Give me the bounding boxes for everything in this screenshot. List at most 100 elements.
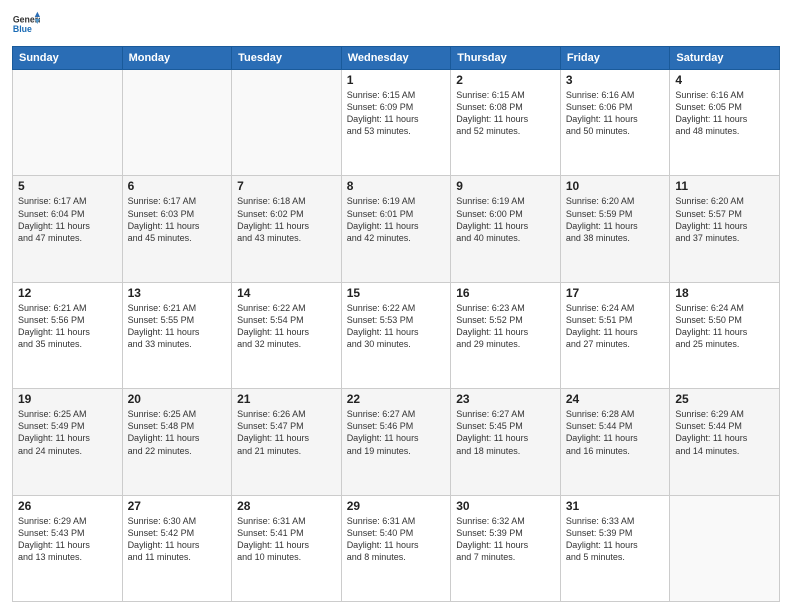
day-number: 12 [18, 286, 117, 300]
weekday-header-wednesday: Wednesday [341, 47, 451, 70]
calendar-cell: 4Sunrise: 6:16 AMSunset: 6:05 PMDaylight… [670, 70, 780, 176]
day-number: 17 [566, 286, 665, 300]
day-info: Sunrise: 6:19 AMSunset: 6:01 PMDaylight:… [347, 195, 446, 244]
calendar-cell: 23Sunrise: 6:27 AMSunset: 5:45 PMDayligh… [451, 389, 561, 495]
calendar-cell: 7Sunrise: 6:18 AMSunset: 6:02 PMDaylight… [232, 176, 342, 282]
day-info: Sunrise: 6:17 AMSunset: 6:03 PMDaylight:… [128, 195, 227, 244]
calendar-cell: 26 Sunrise: 6:29 AMSunset: 5:43 PMDayligh… [13, 495, 123, 601]
day-number: 19 [18, 392, 117, 406]
day-number: 31 [566, 499, 665, 513]
day-info: Sunrise: 6:21 AMSunset: 5:56 PMDaylight:… [18, 302, 117, 351]
calendar-cell: 17 Sunrise: 6:24 AMSunset: 5:51 PMDayligh… [560, 282, 670, 388]
day-number: 30 [456, 499, 555, 513]
day-number: 2 [456, 73, 555, 87]
calendar-cell [13, 70, 123, 176]
weekday-header-monday: Monday [122, 47, 232, 70]
day-number: 18 [675, 286, 774, 300]
calendar-cell: 15 Sunrise: 6:22 AMSunset: 5:53 PMDayligh… [341, 282, 451, 388]
calendar-week-3: 12 Sunrise: 6:21 AMSunset: 5:56 PMDayligh… [13, 282, 780, 388]
calendar-cell: 31 Sunrise: 6:33 AMSunset: 5:39 PMDayligh… [560, 495, 670, 601]
day-number: 21 [237, 392, 336, 406]
calendar-cell: 13 Sunrise: 6:21 AMSunset: 5:55 PMDayligh… [122, 282, 232, 388]
day-info: Sunrise: 6:16 AMSunset: 6:05 PMDaylight:… [675, 89, 774, 138]
calendar-cell: 14Sunrise: 6:22 AMSunset: 5:54 PMDayligh… [232, 282, 342, 388]
day-info: Sunrise: 6:29 AMSunset: 5:43 PMDaylight:… [18, 515, 117, 564]
calendar-cell: 30 Sunrise: 6:32 AMSunset: 5:39 PMDayligh… [451, 495, 561, 601]
day-info: Sunrise: 6:23 AMSunset: 5:52 PMDaylight:… [456, 302, 555, 351]
calendar-cell: 2 Sunrise: 6:15 AMSunset: 6:08 PMDaylight… [451, 70, 561, 176]
weekday-header-saturday: Saturday [670, 47, 780, 70]
calendar-cell [122, 70, 232, 176]
calendar-week-2: 5 Sunrise: 6:17 AMSunset: 6:04 PMDaylight… [13, 176, 780, 282]
day-info: Sunrise: 6:16 AMSunset: 6:06 PMDaylight:… [566, 89, 665, 138]
calendar-cell: 29 Sunrise: 6:31 AMSunset: 5:40 PMDayligh… [341, 495, 451, 601]
day-info: Sunrise: 6:31 AMSunset: 5:40 PMDaylight:… [347, 515, 446, 564]
day-number: 15 [347, 286, 446, 300]
day-info: Sunrise: 6:20 AMSunset: 5:59 PMDaylight:… [566, 195, 665, 244]
day-number: 11 [675, 179, 774, 193]
calendar-cell [232, 70, 342, 176]
day-info: Sunrise: 6:17 AMSunset: 6:04 PMDaylight:… [18, 195, 117, 244]
calendar-cell: 28 Sunrise: 6:31 AMSunset: 5:41 PMDayligh… [232, 495, 342, 601]
day-info: Sunrise: 6:19 AMSunset: 6:00 PMDaylight:… [456, 195, 555, 244]
calendar-cell: 21 Sunrise: 6:26 AMSunset: 5:47 PMDayligh… [232, 389, 342, 495]
calendar-cell: 18 Sunrise: 6:24 AMSunset: 5:50 PMDayligh… [670, 282, 780, 388]
calendar-cell: 10 Sunrise: 6:20 AMSunset: 5:59 PMDayligh… [560, 176, 670, 282]
day-number: 28 [237, 499, 336, 513]
calendar-week-5: 26 Sunrise: 6:29 AMSunset: 5:43 PMDayligh… [13, 495, 780, 601]
calendar-cell: 9Sunrise: 6:19 AMSunset: 6:00 PMDaylight… [451, 176, 561, 282]
day-info: Sunrise: 6:15 AMSunset: 6:09 PMDaylight:… [347, 89, 446, 138]
day-number: 25 [675, 392, 774, 406]
calendar-cell: 20 Sunrise: 6:25 AMSunset: 5:48 PMDayligh… [122, 389, 232, 495]
calendar-cell: 6 Sunrise: 6:17 AMSunset: 6:03 PMDaylight… [122, 176, 232, 282]
day-info: Sunrise: 6:26 AMSunset: 5:47 PMDaylight:… [237, 408, 336, 457]
calendar-cell: 24Sunrise: 6:28 AMSunset: 5:44 PMDayligh… [560, 389, 670, 495]
day-number: 16 [456, 286, 555, 300]
day-info: Sunrise: 6:29 AMSunset: 5:44 PMDaylight:… [675, 408, 774, 457]
weekday-header-tuesday: Tuesday [232, 47, 342, 70]
day-number: 29 [347, 499, 446, 513]
day-info: Sunrise: 6:24 AMSunset: 5:50 PMDaylight:… [675, 302, 774, 351]
day-number: 24 [566, 392, 665, 406]
day-number: 1 [347, 73, 446, 87]
weekday-header-sunday: Sunday [13, 47, 123, 70]
day-info: Sunrise: 6:24 AMSunset: 5:51 PMDaylight:… [566, 302, 665, 351]
calendar-cell: 3Sunrise: 6:16 AMSunset: 6:06 PMDaylight… [560, 70, 670, 176]
day-info: Sunrise: 6:25 AMSunset: 5:48 PMDaylight:… [128, 408, 227, 457]
header: General Blue [12, 10, 780, 38]
calendar-cell: 16 Sunrise: 6:23 AMSunset: 5:52 PMDayligh… [451, 282, 561, 388]
day-info: Sunrise: 6:20 AMSunset: 5:57 PMDaylight:… [675, 195, 774, 244]
day-number: 10 [566, 179, 665, 193]
day-info: Sunrise: 6:25 AMSunset: 5:49 PMDaylight:… [18, 408, 117, 457]
day-info: Sunrise: 6:27 AMSunset: 5:45 PMDaylight:… [456, 408, 555, 457]
day-number: 8 [347, 179, 446, 193]
calendar-cell: 11 Sunrise: 6:20 AMSunset: 5:57 PMDayligh… [670, 176, 780, 282]
weekday-header-thursday: Thursday [451, 47, 561, 70]
day-info: Sunrise: 6:15 AMSunset: 6:08 PMDaylight:… [456, 89, 555, 138]
day-number: 5 [18, 179, 117, 193]
calendar-cell: 25 Sunrise: 6:29 AMSunset: 5:44 PMDayligh… [670, 389, 780, 495]
day-info: Sunrise: 6:22 AMSunset: 5:53 PMDaylight:… [347, 302, 446, 351]
day-info: Sunrise: 6:31 AMSunset: 5:41 PMDaylight:… [237, 515, 336, 564]
day-info: Sunrise: 6:32 AMSunset: 5:39 PMDaylight:… [456, 515, 555, 564]
day-info: Sunrise: 6:33 AMSunset: 5:39 PMDaylight:… [566, 515, 665, 564]
calendar-week-4: 19 Sunrise: 6:25 AMSunset: 5:49 PMDayligh… [13, 389, 780, 495]
logo-icon: General Blue [12, 10, 40, 38]
calendar-cell: 27Sunrise: 6:30 AMSunset: 5:42 PMDayligh… [122, 495, 232, 601]
calendar-cell: 19 Sunrise: 6:25 AMSunset: 5:49 PMDayligh… [13, 389, 123, 495]
logo: General Blue [12, 10, 40, 38]
day-number: 26 [18, 499, 117, 513]
calendar-header-row: SundayMondayTuesdayWednesdayThursdayFrid… [13, 47, 780, 70]
day-number: 20 [128, 392, 227, 406]
day-number: 27 [128, 499, 227, 513]
day-number: 13 [128, 286, 227, 300]
svg-text:Blue: Blue [13, 24, 32, 34]
day-info: Sunrise: 6:21 AMSunset: 5:55 PMDaylight:… [128, 302, 227, 351]
weekday-header-friday: Friday [560, 47, 670, 70]
day-info: Sunrise: 6:27 AMSunset: 5:46 PMDaylight:… [347, 408, 446, 457]
day-number: 22 [347, 392, 446, 406]
calendar-cell: 5 Sunrise: 6:17 AMSunset: 6:04 PMDaylight… [13, 176, 123, 282]
day-number: 6 [128, 179, 227, 193]
calendar-week-1: 1 Sunrise: 6:15 AMSunset: 6:09 PMDaylight… [13, 70, 780, 176]
calendar-table: SundayMondayTuesdayWednesdayThursdayFrid… [12, 46, 780, 602]
